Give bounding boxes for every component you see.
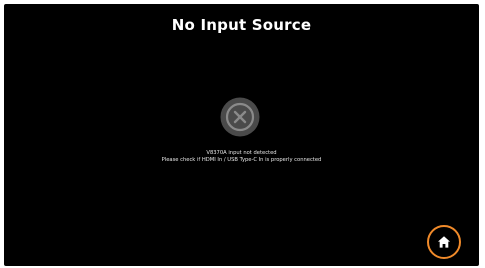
close-circle-icon <box>220 97 260 137</box>
home-icon <box>438 236 450 248</box>
error-message-line2: Please check if HDMI In / USB Type-C In … <box>161 157 322 163</box>
no-input-screen: No Input Source V8370A input not detecte… <box>4 4 479 266</box>
home-button[interactable] <box>427 225 461 259</box>
page-title: No Input Source <box>171 16 312 34</box>
error-message-line1: V8370A input not detected <box>206 150 277 156</box>
